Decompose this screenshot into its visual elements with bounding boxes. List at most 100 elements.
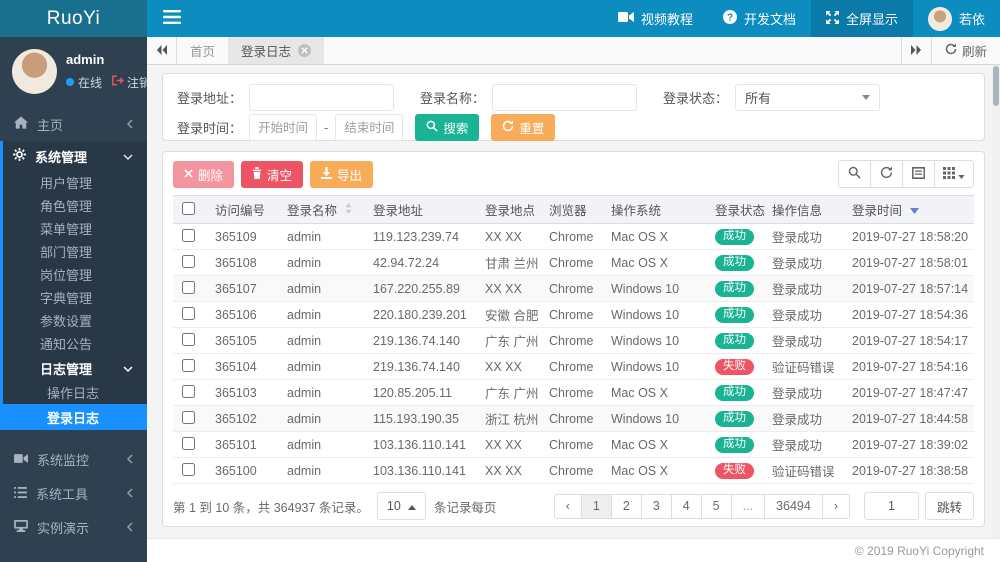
sidebar-item-system-mgmt[interactable]: 系统管理 <box>0 141 147 171</box>
column-header-time[interactable]: 登录时间 <box>848 195 974 224</box>
avatar[interactable] <box>12 48 57 94</box>
table-row[interactable]: 365106 admin 220.180.239.201 安徽 合肥 Chrome Win… <box>173 301 974 328</box>
column-header-name[interactable]: 登录名称 <box>283 195 369 224</box>
cell-id: 365105 <box>211 327 283 354</box>
row-checkbox[interactable] <box>182 410 195 424</box>
select-all-checkbox[interactable] <box>182 201 195 215</box>
row-checkbox[interactable] <box>182 358 195 372</box>
cell-name: admin <box>283 223 369 250</box>
start-time-input[interactable] <box>249 114 318 141</box>
sidebar-item-login-log[interactable]: 登录日志 <box>0 404 147 430</box>
sidebar-item-log-mgmt[interactable]: 日志管理 <box>0 355 147 381</box>
per-page-label: 条记录每页 <box>433 500 497 515</box>
table-row[interactable]: 365102 admin 115.193.190.35 浙江 杭州 Chrome Wind… <box>173 405 974 432</box>
tab-home[interactable]: 首页 <box>177 37 228 64</box>
sidebar-toggle-button[interactable] <box>147 0 197 37</box>
pagination-next[interactable]: › <box>821 493 850 519</box>
login-name-input[interactable] <box>492 84 638 111</box>
sidebar-item-menu-mgmt[interactable]: 菜单管理 <box>0 217 147 240</box>
table-search-toggle-button[interactable] <box>838 160 871 188</box>
reset-button[interactable]: 重置 <box>491 114 556 141</box>
monitor-icon <box>14 452 28 467</box>
table-detail-view-button[interactable] <box>902 160 935 188</box>
row-checkbox[interactable] <box>182 280 195 294</box>
pagination-page-4[interactable]: 4 <box>670 493 702 519</box>
scrollbar[interactable] <box>992 65 1000 538</box>
table-refresh-button[interactable] <box>870 160 903 188</box>
table-row[interactable]: 365100 admin 103.136.110.141 XX XX Chrome Mac… <box>173 457 974 484</box>
pagination-page-2[interactable]: 2 <box>610 493 642 519</box>
pagination-page-36494[interactable]: 36494 <box>764 493 823 519</box>
pagination-page-3[interactable]: 3 <box>640 493 672 519</box>
caret-up-icon <box>407 499 416 513</box>
table-row[interactable]: 365101 admin 103.136.110.141 XX XX Chrome Mac… <box>173 431 974 458</box>
row-checkbox[interactable] <box>182 306 195 320</box>
cell-browser: Chrome <box>545 275 607 302</box>
refresh-tab-button[interactable]: 刷新 <box>930 37 1000 64</box>
nav-item-user[interactable]: 若依 <box>913 0 1000 37</box>
table-row[interactable]: 365109 admin 119.123.239.74 XX XX Chrome Mac … <box>173 223 974 250</box>
table-row[interactable]: 365103 admin 120.85.205.11 广东 广州 Chrome Mac O… <box>173 379 974 406</box>
cell-time: 2019-07-27 18:39:02 <box>848 431 974 458</box>
table-row[interactable]: 365105 admin 219.136.74.140 广东 广州 Chrome Wind… <box>173 327 974 354</box>
row-checkbox[interactable] <box>182 384 195 398</box>
brand-logo[interactable]: RuoYi <box>0 0 147 37</box>
sidebar-item-dict-mgmt[interactable]: 字典管理 <box>0 286 147 309</box>
row-checkbox[interactable] <box>182 436 195 450</box>
table-columns-button[interactable] <box>934 160 974 188</box>
end-time-input[interactable] <box>335 114 404 141</box>
table-row[interactable]: 365108 admin 42.94.72.24 甘肃 兰州 Chrome Mac OS … <box>173 249 974 276</box>
cell-os: Windows 10 <box>607 301 711 328</box>
nav-item-dev-docs[interactable]: ? 开发文档 <box>708 0 811 37</box>
sidebar-item-system-tools[interactable]: 系统工具 <box>0 476 147 510</box>
login-address-input[interactable] <box>249 84 395 111</box>
sidebar-item-system-monitor[interactable]: 系统监控 <box>0 442 147 476</box>
column-header-status: 登录状态 <box>711 195 768 224</box>
sidebar-item-home[interactable]: 主页 <box>0 107 147 141</box>
login-log-table: 访问编号 登录名称 登录地址 登录地点 浏览器 操作系统 登录状态 操作信息 登… <box>173 195 974 484</box>
sidebar-item-param-settings[interactable]: 参数设置 <box>0 309 147 332</box>
copyright-text: © 2019 RuoYi Copyright <box>854 543 984 558</box>
row-checkbox[interactable] <box>182 462 195 476</box>
clear-button[interactable]: 清空 <box>241 160 304 188</box>
sidebar-item-dept-mgmt[interactable]: 部门管理 <box>0 240 147 263</box>
search-button[interactable]: 搜索 <box>415 114 480 141</box>
nav-item-video-tutorial[interactable]: 视频教程 <box>603 0 708 37</box>
sidebar-item-role-mgmt[interactable]: 角色管理 <box>0 194 147 217</box>
sidebar-item-operation-log[interactable]: 操作日志 <box>0 381 147 404</box>
logout-button[interactable]: 注销 <box>112 74 147 91</box>
nav-item-fullscreen[interactable]: 全屏显示 <box>810 0 913 37</box>
page-size-select[interactable]: 10 <box>376 492 426 520</box>
caret-down-icon <box>958 167 965 182</box>
pagination-page-1[interactable]: 1 <box>580 493 612 519</box>
close-icon[interactable] <box>298 44 312 57</box>
table-row[interactable]: 365104 admin 219.136.74.140 XX XX Chrome Wind… <box>173 353 974 380</box>
pagination: 第 1 到 10 条，共 364937 条记录。 10 条记录每页 ‹ 1 2 3 4 5… <box>173 492 974 520</box>
cell-status: 成功 <box>711 223 768 250</box>
tabs-scroll-left-button[interactable] <box>147 37 177 64</box>
sidebar-item-demo[interactable]: 实例演示 <box>0 510 147 544</box>
row-checkbox[interactable] <box>182 228 195 242</box>
sidebar-item-post-mgmt[interactable]: 岗位管理 <box>0 263 147 286</box>
tabs-scroll-right-button[interactable] <box>900 37 931 64</box>
scrollbar-thumb[interactable] <box>993 66 999 106</box>
row-checkbox[interactable] <box>182 254 195 268</box>
pagination-page-5[interactable]: 5 <box>700 493 732 519</box>
cell-time: 2019-07-27 18:58:20 <box>848 223 974 250</box>
jump-page-input[interactable] <box>863 492 919 520</box>
sidebar: admin 在线 注销 主页 系统管理 用户管理 角色管理 菜单管理 部门管理 … <box>0 37 147 562</box>
row-checkbox[interactable] <box>182 332 195 346</box>
sidebar-item-user-mgmt[interactable]: 用户管理 <box>0 171 147 194</box>
cell-location: XX XX <box>481 431 545 458</box>
chevron-left-icon <box>126 117 133 132</box>
jump-button[interactable]: 跳转 <box>924 492 974 520</box>
pagination-prev[interactable]: ‹ <box>553 493 582 519</box>
tab-login-log[interactable]: 登录日志 <box>228 37 325 64</box>
sidebar-item-notice[interactable]: 通知公告 <box>0 332 147 355</box>
table-row[interactable]: 365107 admin 167.220.255.89 XX XX Chrome Wind… <box>173 275 974 302</box>
column-header-browser: 浏览器 <box>545 195 607 224</box>
login-status-select[interactable]: 所有 <box>735 84 881 111</box>
delete-button[interactable]: 删除 <box>173 160 235 188</box>
cell-id: 365106 <box>211 301 283 328</box>
export-button[interactable]: 导出 <box>310 160 374 188</box>
